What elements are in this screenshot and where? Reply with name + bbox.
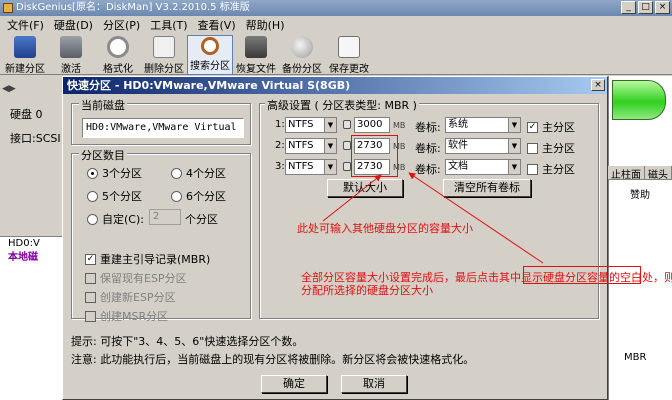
delete-partition-label: 删除分区 bbox=[144, 64, 184, 75]
format-label: 格式化 bbox=[103, 64, 133, 75]
close-button[interactable]: × bbox=[655, 1, 670, 14]
menubar: 文件(F) 硬盘(D) 分区(P) 工具(T) 查看(V) 帮助(H) bbox=[0, 16, 672, 33]
restore-icon bbox=[245, 36, 267, 58]
disk-label: 硬盘 0 bbox=[10, 108, 43, 121]
ok-button[interactable]: 确定 bbox=[261, 375, 327, 393]
table-type-text: MBR bbox=[624, 352, 647, 363]
warning-text: 注意: 此功能执行后，当前磁盘上的现有分区将被删除。新分区将会被快速格式化。 bbox=[71, 353, 475, 366]
app-title: DiskGenius[原名：DiskMan] V3.2.2010.5 标准版 bbox=[16, 2, 250, 13]
backup-icon bbox=[291, 36, 313, 58]
menu-partition[interactable]: 分区(P) bbox=[98, 17, 145, 33]
col-end-cylinder[interactable]: 止柱面 bbox=[608, 166, 645, 181]
app-titlebar: DiskGenius[原名：DiskMan] V3.2.2010.5 标准版 _… bbox=[0, 0, 672, 16]
new-partition-button[interactable]: 新建分区 bbox=[2, 35, 48, 75]
partition-bar[interactable] bbox=[612, 80, 666, 120]
save-changes-button[interactable]: 保存更改 bbox=[326, 35, 372, 75]
status-text: 赞助 bbox=[630, 190, 650, 201]
annotation-auto-allocate-line2: 分配所选择的硬盘分区大小 bbox=[301, 284, 433, 297]
search-partition-button[interactable]: 搜索分区 bbox=[187, 35, 233, 75]
backup-partition-button[interactable]: 备份分区 bbox=[279, 35, 325, 75]
arrow-to-size-inputs bbox=[322, 174, 382, 222]
disk-icon bbox=[14, 36, 36, 58]
menu-disk[interactable]: 硬盘(D) bbox=[49, 17, 98, 33]
minimize-button[interactable]: _ bbox=[621, 1, 636, 14]
hint-text: 提示: 可按下"3、4、5、6"快速选择分区个数。 bbox=[71, 335, 304, 348]
new-partition-label: 新建分区 bbox=[5, 64, 45, 75]
menu-help[interactable]: 帮助(H) bbox=[241, 17, 290, 33]
menu-view[interactable]: 查看(V) bbox=[193, 17, 241, 33]
interface-label: 接口:SCSI bbox=[10, 132, 61, 145]
maximize-button[interactable]: □ bbox=[638, 1, 653, 14]
tree-item-hd0[interactable]: HD0:V bbox=[0, 237, 66, 251]
hammer-icon bbox=[60, 36, 82, 58]
arrow-to-blank-area bbox=[408, 172, 544, 264]
partition-table-header: 止柱面 磁头 bbox=[608, 166, 672, 181]
format-button[interactable]: 格式化 bbox=[95, 35, 141, 75]
delete-partition-button[interactable]: 删除分区 bbox=[141, 35, 187, 75]
save-changes-label: 保存更改 bbox=[329, 64, 369, 75]
menu-tools[interactable]: 工具(T) bbox=[145, 17, 192, 33]
format-icon bbox=[107, 36, 129, 58]
disk-tree: HD0:V 本地磁 bbox=[0, 236, 66, 400]
activate-label: 激活 bbox=[61, 64, 81, 75]
blank-area-highlight-box bbox=[523, 266, 641, 284]
save-icon bbox=[338, 36, 360, 58]
activate-button[interactable]: 激活 bbox=[48, 35, 94, 75]
menu-file[interactable]: 文件(F) bbox=[2, 17, 49, 33]
col-head[interactable]: 磁头 bbox=[645, 166, 672, 181]
nav-arrows-icon[interactable]: ◀▶ bbox=[2, 84, 16, 94]
backup-partition-label: 备份分区 bbox=[282, 64, 322, 75]
restore-files-label: 恢复文件 bbox=[236, 64, 276, 75]
app-icon bbox=[3, 3, 13, 13]
window-controls: _ □ × bbox=[621, 1, 670, 14]
search-partition-label: 搜索分区 bbox=[190, 61, 230, 72]
quick-partition-dialog: 快速分区 - HD0:VMware,VMware Virtual S(8GB) … bbox=[62, 76, 672, 400]
toolbar: 新建分区 激活 格式化 删除分区 搜索分区 恢复文件 备份分区 保存更改 bbox=[0, 33, 672, 75]
annotation-size-input: 此处可输入其他硬盘分区的容量大小 bbox=[297, 222, 473, 235]
delete-icon bbox=[153, 36, 175, 58]
left-panel: ◀▶ 硬盘 0 接口:SCSI HD0:V 本地磁 bbox=[0, 76, 66, 400]
restore-files-button[interactable]: 恢复文件 bbox=[233, 35, 279, 75]
search-icon bbox=[201, 37, 219, 55]
cancel-button[interactable]: 取消 bbox=[341, 375, 407, 393]
tree-item-local-disk[interactable]: 本地磁 bbox=[0, 251, 66, 265]
